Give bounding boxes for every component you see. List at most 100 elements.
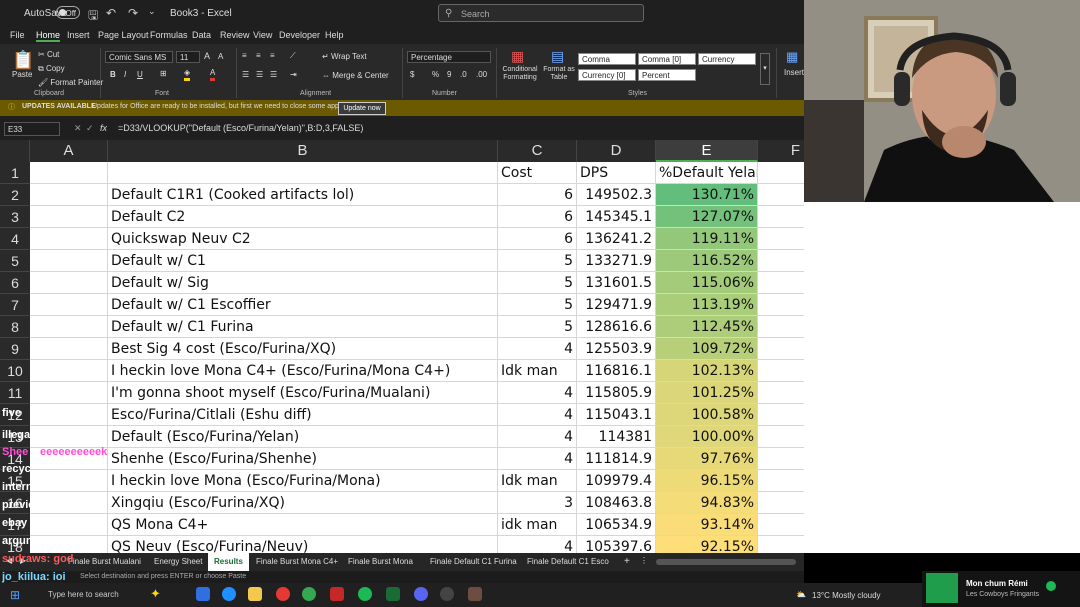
cell-c[interactable]: 5: [498, 294, 577, 316]
fill-color-icon[interactable]: ◈: [184, 68, 191, 81]
cell-d[interactable]: 108463.8: [577, 492, 656, 514]
styles-more-icon[interactable]: ▾: [760, 53, 770, 85]
sheet-tab[interactable]: Finale Default C1 Esco: [521, 553, 615, 571]
cell-d[interactable]: 114381: [577, 426, 656, 448]
cell-f[interactable]: [758, 536, 804, 553]
row-header[interactable]: 3: [0, 206, 30, 228]
cell-b[interactable]: I heckin love Mona C4+ (Esco/Furina/Mona…: [108, 360, 498, 382]
cell-d[interactable]: 149502.3: [577, 184, 656, 206]
borders-icon[interactable]: ⊞: [160, 69, 167, 78]
header-cell-f[interactable]: [758, 162, 804, 184]
tab-developer[interactable]: Developer: [279, 30, 320, 40]
update-now-button[interactable]: Update now: [338, 102, 386, 115]
cell-a[interactable]: [30, 382, 108, 404]
enter-icon[interactable]: ✓: [86, 123, 94, 134]
cell-c[interactable]: 6: [498, 228, 577, 250]
font-color-icon[interactable]: A: [210, 68, 216, 81]
row-header[interactable]: 10: [0, 360, 30, 382]
style-currency-0[interactable]: Currency [0]: [578, 69, 636, 81]
cell-e[interactable]: 93.14%: [656, 514, 758, 536]
cell-f[interactable]: [758, 382, 804, 404]
column-header-c[interactable]: C: [498, 140, 577, 162]
font-name-select[interactable]: Comic Sans MS: [105, 51, 173, 63]
column-header-d[interactable]: D: [577, 140, 656, 162]
cell-c[interactable]: 5: [498, 250, 577, 272]
cell-b[interactable]: Xingqiu (Esco/Furina/XQ): [108, 492, 498, 514]
cell-d[interactable]: 133271.9: [577, 250, 656, 272]
cell-a[interactable]: [30, 228, 108, 250]
cell-b[interactable]: Default w/ Sig: [108, 272, 498, 294]
tab-formulas[interactable]: Formulas: [150, 30, 188, 40]
cell-e[interactable]: 94.83%: [656, 492, 758, 514]
search-box[interactable]: ⚲ Search: [438, 4, 644, 22]
cell-c[interactable]: 4: [498, 338, 577, 360]
column-header-b[interactable]: B: [108, 140, 498, 162]
cell-f[interactable]: [758, 404, 804, 426]
header-cell-b[interactable]: [108, 162, 498, 184]
bold-button[interactable]: B: [110, 70, 116, 79]
cell-f[interactable]: [758, 426, 804, 448]
cell-e[interactable]: 115.06%: [656, 272, 758, 294]
conditional-formatting-icon[interactable]: ▦: [511, 48, 524, 65]
style-comma[interactable]: Comma: [578, 53, 636, 65]
cell-a[interactable]: [30, 272, 108, 294]
align-right-icon[interactable]: ☰: [270, 70, 277, 79]
decrease-decimal-icon[interactable]: .00: [476, 70, 487, 79]
cell-d[interactable]: 111814.9: [577, 448, 656, 470]
row-header[interactable]: 8: [0, 316, 30, 338]
merge-center-button[interactable]: ⇔ Merge & Center: [322, 71, 389, 80]
cell-e[interactable]: 119.11%: [656, 228, 758, 250]
cell-f[interactable]: [758, 514, 804, 536]
cell-d[interactable]: 105397.6: [577, 536, 656, 553]
cell-b[interactable]: Default w/ C1 Escoffier: [108, 294, 498, 316]
cell-d[interactable]: 145345.1: [577, 206, 656, 228]
tab-help[interactable]: Help: [325, 30, 344, 40]
cell-f[interactable]: [758, 228, 804, 250]
cut-button[interactable]: ✂ Cut: [38, 50, 59, 59]
select-all-corner[interactable]: [0, 140, 30, 162]
cell-b[interactable]: I'm gonna shoot myself (Esco/Furina/Mual…: [108, 382, 498, 404]
italic-button[interactable]: I: [124, 70, 126, 79]
align-center-icon[interactable]: ☰: [256, 70, 263, 79]
tab-view[interactable]: View: [253, 30, 272, 40]
row-header[interactable]: 4: [0, 228, 30, 250]
undo-icon[interactable]: ↶: [106, 6, 116, 20]
sheet-tab[interactable]: Finale Default C1 Furina: [424, 553, 523, 571]
cell-b[interactable]: Default C1R1 (Cooked artifacts lol): [108, 184, 498, 206]
tab-data[interactable]: Data: [192, 30, 211, 40]
wrap-text-button[interactable]: ↵ Wrap Text: [322, 52, 367, 61]
grow-font-icon[interactable]: A: [204, 51, 210, 61]
spotify-icon[interactable]: [358, 587, 372, 601]
accounting-icon[interactable]: $: [410, 70, 414, 79]
percent-icon[interactable]: %: [432, 70, 439, 79]
column-header-e[interactable]: E: [656, 140, 758, 162]
cell-c[interactable]: 3: [498, 492, 577, 514]
cell-f[interactable]: [758, 316, 804, 338]
taskbar-search-box[interactable]: Type here to search: [48, 590, 119, 599]
row-header[interactable]: 9: [0, 338, 30, 360]
row-header[interactable]: 6: [0, 272, 30, 294]
cell-e[interactable]: 97.76%: [656, 448, 758, 470]
format-as-table-button[interactable]: Format as Table: [542, 66, 576, 82]
obs-icon[interactable]: [440, 587, 454, 601]
insert-function-button[interactable]: fx: [100, 123, 107, 133]
insert-cells-icon[interactable]: ▦: [786, 49, 798, 65]
excel-icon[interactable]: [386, 587, 400, 601]
indent-icon[interactable]: ⇥: [290, 70, 297, 79]
task-view-icon[interactable]: [196, 587, 210, 601]
cell-e[interactable]: 96.15%: [656, 470, 758, 492]
sheet-tab[interactable]: Finale Burst Mona: [342, 553, 419, 571]
cell-c[interactable]: 6: [498, 184, 577, 206]
cell-e[interactable]: 113.19%: [656, 294, 758, 316]
cell-d[interactable]: 131601.5: [577, 272, 656, 294]
increase-decimal-icon[interactable]: .0: [460, 70, 467, 79]
format-painter-button[interactable]: 🖌 Format Painter: [38, 78, 103, 87]
align-middle-icon[interactable]: ≡: [256, 51, 261, 60]
sheet-tab[interactable]: Finale Burst Mona C4+: [250, 553, 344, 571]
row-header[interactable]: 2: [0, 184, 30, 206]
cell-a[interactable]: [30, 250, 108, 272]
cell-b[interactable]: Default C2: [108, 206, 498, 228]
cell-f[interactable]: [758, 184, 804, 206]
conditional-formatting-button[interactable]: Conditional Formatting: [500, 66, 540, 82]
weather-text[interactable]: 13°C Mostly cloudy: [812, 591, 881, 600]
